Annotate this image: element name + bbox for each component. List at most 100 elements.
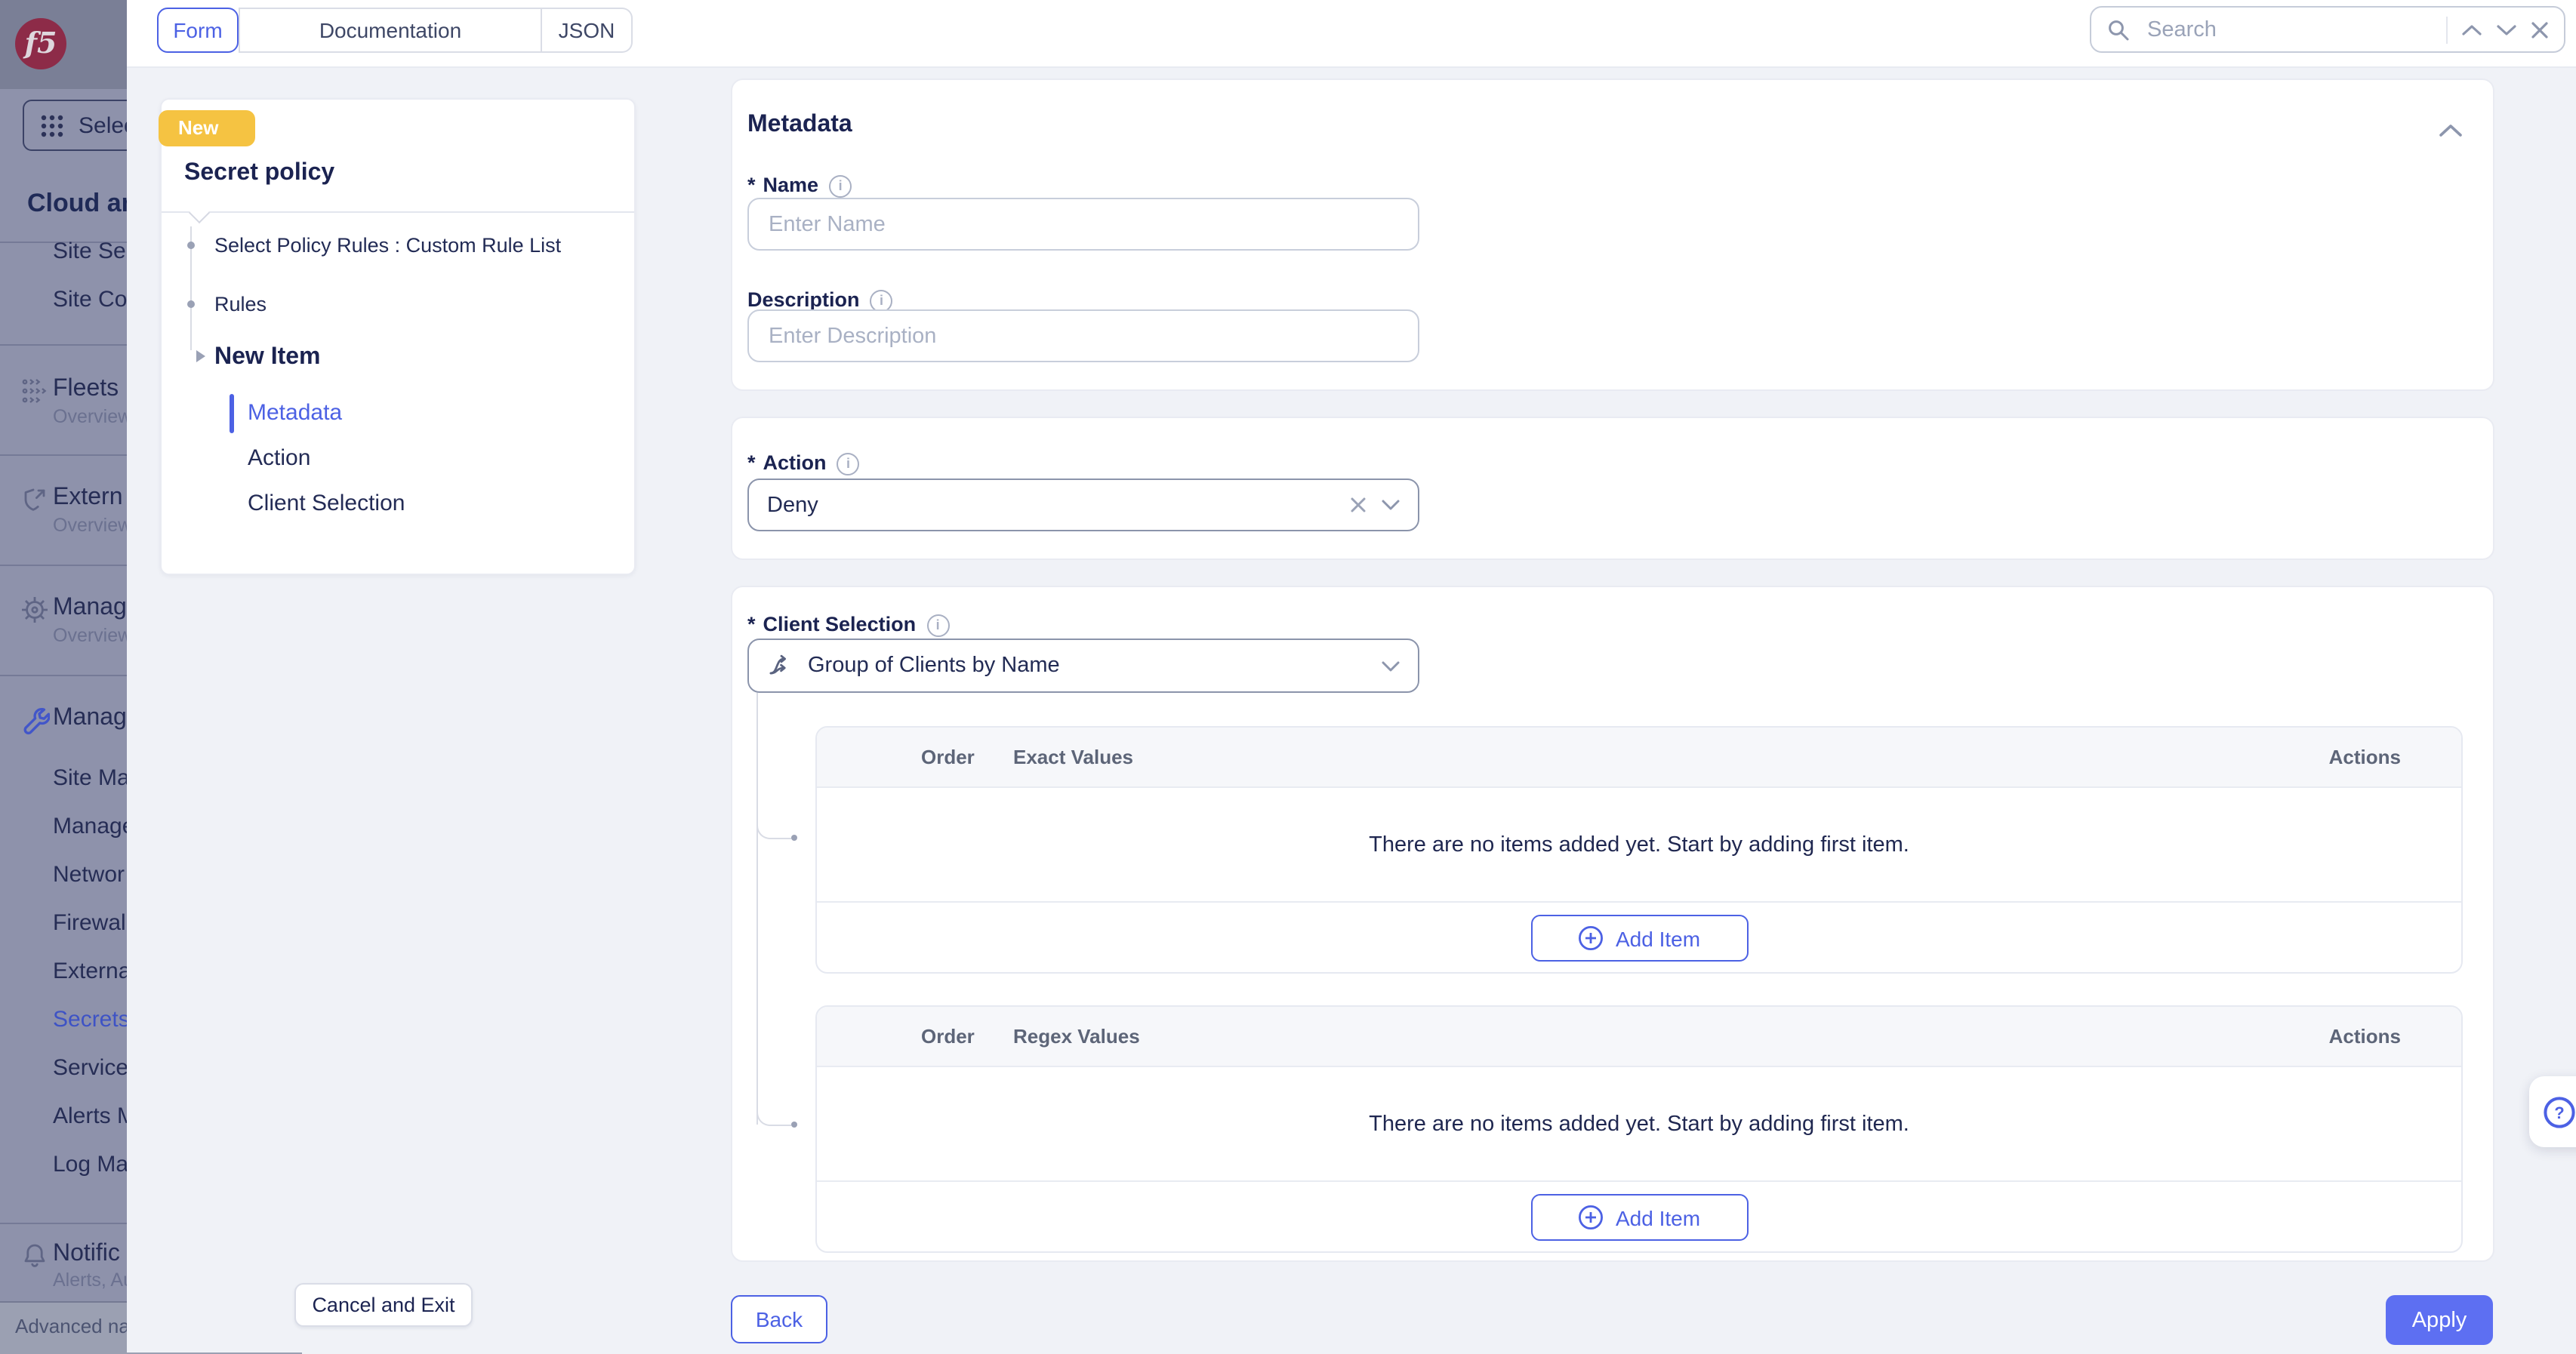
field-label-text: Name <box>763 174 819 198</box>
divider <box>162 211 634 213</box>
search-icon <box>2106 17 2131 42</box>
logo-block <box>0 0 127 89</box>
tree-connector-elbow <box>756 693 791 1126</box>
sidebar-item-label: Secrets <box>53 1007 130 1034</box>
sidebar-item-label: Firewall <box>53 910 131 937</box>
chevron-down-icon <box>1382 500 1400 510</box>
back-button[interactable]: Back <box>731 1295 827 1343</box>
divider <box>2446 16 2448 43</box>
sidebar-item-label: Manage <box>53 814 134 841</box>
shield-arrow-icon <box>20 485 50 515</box>
step-bullet <box>187 300 195 308</box>
tab-label: Form <box>173 18 222 42</box>
column-header: Exact Values <box>1013 728 1133 786</box>
sidebar-item-sublabel: Overview <box>53 515 131 536</box>
circle-plus-icon <box>1578 1205 1604 1230</box>
table-footer: Add Item <box>817 903 2461 974</box>
wizard-substep-action[interactable]: Action <box>248 445 310 472</box>
sidebar-item-label: Alerts M <box>53 1103 136 1131</box>
column-header: Actions <box>2329 1007 2401 1066</box>
name-input[interactable] <box>747 198 1419 251</box>
wizard-step-new-item[interactable]: New Item <box>214 343 321 371</box>
close-icon[interactable] <box>2531 20 2549 38</box>
metadata-section: Metadata * Name Description <box>731 78 2494 391</box>
find-on-page-widget <box>2090 6 2565 53</box>
sidebar-item-label: Extern <box>53 483 123 513</box>
sidebar-item-label: Fleets <box>53 374 119 405</box>
chevron-up-icon[interactable] <box>2461 23 2482 35</box>
column-header: Actions <box>2329 728 2401 786</box>
fleet-icon <box>20 376 50 406</box>
caret-right-icon <box>196 350 205 362</box>
wizard-step-rules[interactable]: Rules <box>214 291 267 317</box>
sidebar-item-label: Log Ma <box>53 1152 128 1179</box>
search-input[interactable] <box>2144 16 2433 43</box>
exact-values-table: Order Exact Values Actions There are no … <box>815 726 2463 974</box>
wizard-substep-client-selection[interactable]: Client Selection <box>248 491 405 518</box>
tab-documentation[interactable]: Documentation <box>239 8 542 53</box>
apply-button[interactable]: Apply <box>2386 1295 2493 1345</box>
collapse-chevron-icon[interactable] <box>2439 118 2463 145</box>
tab-label: JSON <box>559 18 615 42</box>
required-mark: * <box>747 451 756 475</box>
empty-state-text: There are no items added yet. Start by a… <box>817 788 2461 903</box>
f5-logo-icon[interactable] <box>15 18 66 69</box>
new-badge: New <box>159 110 255 146</box>
add-item-button[interactable]: Add Item <box>1530 1194 1748 1241</box>
sidebar-item-sublabel: Overview <box>53 625 131 646</box>
advanced-nav-label[interactable]: Advanced nav <box>15 1315 140 1337</box>
action-select[interactable]: Deny <box>747 479 1419 531</box>
sidebar-item-label: Notific <box>53 1239 120 1269</box>
sidebar-item-sublabel: Overview <box>53 406 131 427</box>
sidebar-item-label: Externa <box>53 959 131 986</box>
sidebar-item-label: Site Co <box>53 287 127 314</box>
top-toolbar: Form Documentation JSON <box>127 0 2576 68</box>
sidebar-item-label: Manag <box>53 703 127 734</box>
wizard-step-select-policy-rules[interactable]: Select Policy Rules : Custom Rule List <box>214 232 561 258</box>
tab-json[interactable]: JSON <box>542 8 633 53</box>
description-input[interactable] <box>747 309 1419 362</box>
select-value: Deny <box>767 493 1335 517</box>
info-icon[interactable] <box>829 174 852 197</box>
tab-form[interactable]: Form <box>157 8 239 53</box>
helm-wheel-icon <box>20 595 50 625</box>
info-icon[interactable] <box>926 614 949 636</box>
wizard-substep-metadata[interactable]: Metadata <box>248 400 342 427</box>
client-selection-select[interactable]: Group of Clients by Name <box>747 639 1419 693</box>
sidebar-item-label: Site Ma <box>53 765 130 792</box>
required-mark: * <box>747 613 756 637</box>
column-header: Order <box>921 728 975 786</box>
info-icon[interactable] <box>837 452 860 475</box>
divider-notch <box>189 202 210 223</box>
bell-icon <box>20 1241 50 1271</box>
field-label-text: Client Selection <box>763 613 917 637</box>
branch-icon <box>767 654 793 678</box>
app: Select s Cloud an Site Sec Site Co Fleet… <box>0 0 2576 1352</box>
client-selection-section: * Client Selection Group of Clients by N… <box>731 586 2494 1262</box>
client-selection-field-label: * Client Selection <box>747 613 949 637</box>
help-button[interactable]: ? <box>2529 1076 2576 1147</box>
column-header: Regex Values <box>1013 1007 1140 1066</box>
circle-plus-icon <box>1578 925 1604 951</box>
active-substep-bar <box>230 394 234 433</box>
svg-text:?: ? <box>2554 1103 2564 1122</box>
add-item-label: Add Item <box>1616 926 1700 950</box>
clear-icon[interactable] <box>1350 497 1367 513</box>
required-mark: * <box>747 174 756 198</box>
question-circle-icon: ? <box>2543 1095 2576 1128</box>
add-item-button[interactable]: Add Item <box>1530 915 1748 962</box>
table-footer: Add Item <box>817 1182 2461 1253</box>
table-header: Order Exact Values Actions <box>817 728 2461 788</box>
grid-icon <box>39 112 65 138</box>
section-title: Metadata <box>747 112 852 139</box>
cancel-and-exit-button[interactable]: Cancel and Exit <box>294 1283 473 1327</box>
info-icon[interactable] <box>870 289 893 312</box>
chevron-down-icon[interactable] <box>2496 23 2517 35</box>
step-bullet <box>187 242 195 249</box>
sidebar-item-label: Manag <box>53 593 127 623</box>
sidebar-section-heading: Cloud an <box>27 189 137 219</box>
field-label-text: Action <box>763 451 827 475</box>
wrench-icon <box>20 705 50 735</box>
empty-state-text: There are no items added yet. Start by a… <box>817 1067 2461 1182</box>
chevron-down-icon <box>1382 660 1400 671</box>
